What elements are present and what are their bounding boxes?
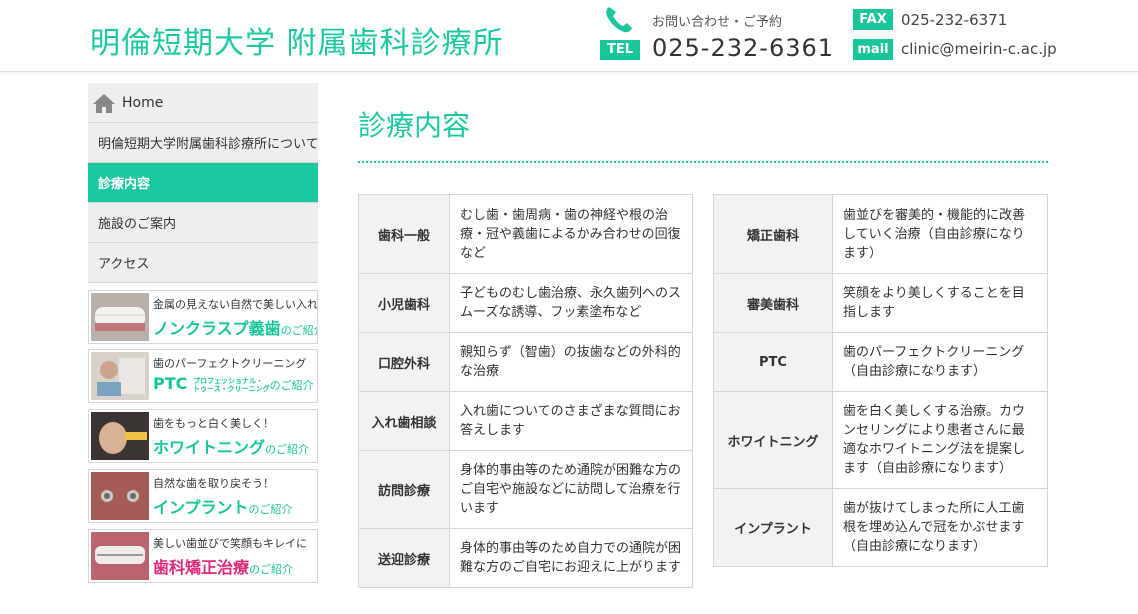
table-row: ホワイトニング 歯を白く美しくする治療。カウンセリングにより患者さんに最適なホワ…	[713, 391, 1048, 489]
description-cell: 歯が抜けてしまった所に人工歯根を埋め込んで冠をかぶせます（自由診療になります）	[832, 488, 1048, 567]
banner-heading: PTC プロフェッショナル・ トゥース・クリーニングのご紹介	[153, 374, 314, 393]
category-cell: 歯科一般	[358, 194, 450, 274]
nav-item-label: 施設のご案内	[98, 217, 177, 232]
banner-implant[interactable]: 自然な歯を取り戻そう！ インプラントのご紹介	[88, 469, 318, 523]
category-cell: 訪問診療	[358, 450, 450, 529]
category-cell: 小児歯科	[358, 273, 450, 333]
fax-number: 025-232-6371	[901, 11, 1008, 29]
banner-orthodontics[interactable]: 美しい歯並びで笑顔もキレイに 歯科矯正治療のご紹介	[88, 529, 318, 583]
description-cell: 笑顔をより美しくすることを目指します	[832, 273, 1048, 333]
mail-address-link[interactable]: clinic@meirin-c.ac.jp	[901, 40, 1057, 58]
services-table-right: 矯正歯科 歯並びを審美的・機能的に改善していく治療（自由診療になります） 審美歯…	[713, 194, 1048, 567]
table-row: 送迎診療 身体的事由等のため自力での通院が困難な方のご自宅にお迎えに上がります	[358, 528, 693, 588]
site-header: 明倫短期大学 附属歯科診療所 お問い合わせ・ご予約 TEL 025-232-63…	[0, 0, 1138, 72]
nav-item-facilities[interactable]: 施設のご案内	[88, 203, 318, 243]
banner-subtitle: 自然な歯を取り戻そう！	[153, 477, 274, 490]
banner-heading: 歯科矯正治療のご紹介	[153, 558, 294, 577]
table-row: 矯正歯科 歯並びを審美的・機能的に改善していく治療（自由診療になります）	[713, 194, 1048, 274]
services-table-left: 歯科一般 むし歯・歯周病・歯の神経や根の治療・冠や義歯によるかみ合わせの回復など…	[358, 194, 693, 588]
banner-subtitle: 歯をもっと白く美しく！	[153, 417, 274, 430]
category-cell: 入れ歯相談	[358, 391, 450, 451]
banner-subtitle: 美しい歯並びで笑顔もキレイに	[153, 537, 307, 550]
description-cell: 子どものむし歯治療、永久歯列へのスムーズな誘導、フッ素塗布など	[449, 273, 693, 333]
banner-ptc[interactable]: 歯のパーフェクトクリーニング PTC プロフェッショナル・ トゥース・クリーニング…	[88, 349, 318, 403]
table-row: 入れ歯相談 入れ歯についてのさまざまな質問にお答えします	[358, 391, 693, 451]
sidebar-nav: Home 明倫短期大学附属歯科診療所について 診療内容 施設のご案内 アクセス	[88, 83, 319, 283]
whitening-photo	[91, 412, 149, 460]
nav-item-home[interactable]: Home	[88, 83, 318, 123]
cleaning-photo	[91, 352, 149, 400]
category-cell: 審美歯科	[713, 273, 833, 333]
home-icon	[93, 93, 115, 113]
banner-subtitle: 歯のパーフェクトクリーニング	[153, 357, 307, 370]
category-cell: PTC	[713, 332, 833, 392]
site-title[interactable]: 明倫短期大学 附属歯科診療所	[90, 18, 504, 62]
description-cell: 身体的事由等のため通院が困難な方のご自宅や施設などに訪問して治療を行います	[449, 450, 693, 529]
table-row: 審美歯科 笑顔をより美しくすることを目指します	[713, 273, 1048, 333]
nav-item-label: 診療内容	[98, 177, 151, 192]
nav-item-services[interactable]: 診療内容	[88, 163, 318, 203]
banner-heading: ノンクラスプ義歯のご紹介	[153, 319, 317, 338]
category-cell: 矯正歯科	[713, 194, 833, 274]
nav-item-label: Home	[122, 94, 164, 111]
description-cell: 入れ歯についてのさまざまな質問にお答えします	[449, 391, 693, 451]
nav-item-access[interactable]: アクセス	[88, 243, 318, 283]
description-cell: 歯のパーフェクトクリーニング（自由診療になります）	[832, 332, 1048, 392]
category-cell: インプラント	[713, 488, 833, 567]
description-cell: むし歯・歯周病・歯の神経や根の治療・冠や義歯によるかみ合わせの回復など	[449, 194, 693, 274]
description-cell: 歯並びを審美的・機能的に改善していく治療（自由診療になります）	[832, 194, 1048, 274]
table-row: 口腔外科 親知らず（智歯）の抜歯などの外科的な治療	[358, 332, 693, 392]
banner-whitening[interactable]: 歯をもっと白く美しく！ ホワイトニングのご紹介	[88, 409, 318, 463]
table-row: 歯科一般 むし歯・歯周病・歯の神経や根の治療・冠や義歯によるかみ合わせの回復など	[358, 194, 693, 274]
table-row: 小児歯科 子どものむし歯治療、永久歯列へのスムーズな誘導、フッ素塗布など	[358, 273, 693, 333]
banner-nonclasp-denture[interactable]: 金属の見えない自然で美しい入れ歯 ノンクラスプ義歯のご紹介	[88, 290, 318, 344]
table-row: PTC 歯のパーフェクトクリーニング（自由診療になります）	[713, 332, 1048, 392]
table-row: 訪問診療 身体的事由等のため通院が困難な方のご自宅や施設などに訪問して治療を行い…	[358, 450, 693, 529]
phone-icon	[606, 7, 632, 33]
description-cell: 歯を白く美しくする治療。カウンセリングにより患者さんに最適なホワイトニング法を提…	[832, 391, 1048, 489]
nav-item-label: 明倫短期大学附属歯科診療所について	[98, 137, 319, 152]
fax-badge: FAX	[853, 9, 893, 30]
tel-number[interactable]: 025-232-6361	[652, 34, 834, 62]
banner-subtitle: 金属の見えない自然で美しい入れ歯	[153, 298, 318, 311]
category-cell: 送迎診療	[358, 528, 450, 588]
page-title: 診療内容	[358, 109, 471, 142]
tel-badge: TEL	[600, 40, 640, 60]
mail-badge: mail	[853, 39, 893, 60]
braces-photo	[91, 532, 149, 580]
description-cell: 親知らず（智歯）の抜歯などの外科的な治療	[449, 332, 693, 392]
nav-item-label: アクセス	[98, 257, 150, 272]
title-divider	[358, 161, 1048, 163]
banner-heading: インプラントのご紹介	[153, 498, 293, 517]
implant-photo	[91, 472, 149, 520]
teeth-photo	[91, 293, 149, 341]
category-cell: ホワイトニング	[713, 391, 833, 489]
inquiry-label: お問い合わせ・ご予約	[652, 15, 783, 30]
banner-heading: ホワイトニングのご紹介	[153, 438, 310, 457]
category-cell: 口腔外科	[358, 332, 450, 392]
description-cell: 身体的事由等のため自力での通院が困難な方のご自宅にお迎えに上がります	[449, 528, 693, 588]
table-row: インプラント 歯が抜けてしまった所に人工歯根を埋め込んで冠をかぶせます（自由診療…	[713, 488, 1048, 567]
nav-item-about[interactable]: 明倫短期大学附属歯科診療所について	[88, 123, 319, 163]
